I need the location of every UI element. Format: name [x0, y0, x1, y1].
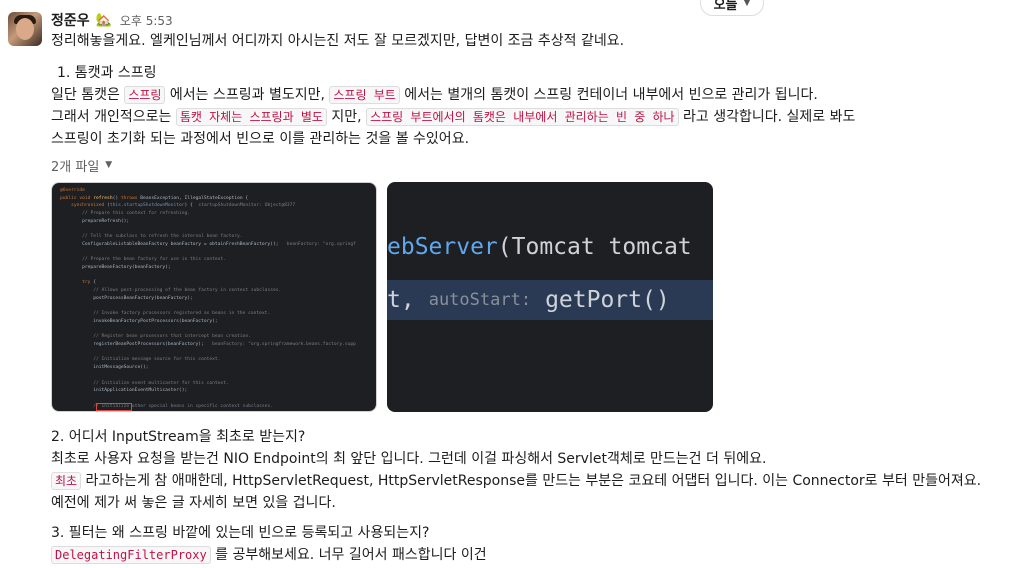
caret-down-icon: ▼	[105, 160, 113, 170]
q1-title: 1. 톰캣과 스프링	[57, 65, 157, 81]
q3-title: 3. 필터는 왜 스프링 바깥에 있는데 빈으로 등록되고 사용되는지?	[51, 525, 430, 541]
q1-line-1: 일단 톰캣은 스프링 에서는 스프링과 별도지만, 스프링 부트 에서는 별개의…	[51, 86, 818, 104]
q2-line-3: 예전에 제가 써 놓은 글 자세히 보면 있을 겁니다.	[51, 495, 336, 511]
inline-code: 스프링 부트에서의 톰캣은 내부에서 관리하는 빈 중 하나	[366, 108, 679, 126]
intro-text: 정리해놓을게요. 엘케인님께서 어디까지 아시는진 저도 잘 모르겠지만, 답변…	[51, 33, 625, 49]
files-count-label: 2개 파일	[51, 159, 100, 175]
inline-code: 톰캣 자체는 스프링과 별도	[175, 108, 327, 126]
q2-section: 2. 어디서 InputStream을 최초로 받는지? 최초로 사용자 요청을…	[51, 426, 1011, 514]
q3-line-1: DelegatingFilterProxy 를 공부해보세요. 너무 길어서 패…	[51, 544, 1011, 566]
inline-code: 최초	[51, 472, 82, 490]
author-name[interactable]: 정준우	[51, 10, 90, 30]
chevron-down-icon: ▼	[743, 0, 751, 8]
files-toggle[interactable]: 2개 파일 ▼	[51, 154, 1011, 176]
q2-line-1: 최초로 사용자 요청을 받는건 NIO Endpoint의 최 앞단 입니다. …	[51, 451, 767, 467]
timestamp[interactable]: 오후 5:53	[120, 12, 173, 29]
status-emoji-icon[interactable]: 🏡	[96, 13, 112, 28]
code-screenshot-content: @Override public void refresh() throws B…	[60, 188, 356, 409]
zoomed-code-line-2: t, autoStart: getPort()	[387, 280, 713, 320]
zoomed-code-line-1: ebServer(Tomcat tomcat	[387, 234, 692, 260]
q2-line-2: 최초 라고하는게 참 애매한데, HttpServletRequest, Htt…	[51, 470, 1011, 492]
q1-line-2: 그래서 개인적으로는 톰캣 자체는 스프링과 별도 지만, 스프링 부트에서의 …	[51, 108, 856, 126]
q2-title: 2. 어디서 InputStream을 최초로 받는지?	[51, 429, 306, 445]
attachments: @Override public void refresh() throws B…	[51, 182, 1011, 412]
zoomed-code-attachment[interactable]: ebServer(Tomcat tomcat t, autoStart: getPo…	[387, 182, 713, 412]
message: 정준우 🏡 오후 5:53 정리해놓을게요. 엘케인님께서 어디까지 아시는진 …	[51, 10, 1011, 566]
avatar[interactable]	[8, 12, 42, 46]
code-screenshot-attachment[interactable]: @Override public void refresh() throws B…	[51, 182, 377, 412]
message-header: 정준우 🏡 오후 5:53	[51, 10, 1011, 30]
highlight-box	[96, 403, 132, 411]
inline-code: DelegatingFilterProxy	[51, 546, 211, 564]
inline-code: 스프링 부트	[329, 86, 400, 104]
inline-code: 스프링	[124, 86, 166, 104]
q1-line-3: 스프링이 초기화 되는 과정에서 빈으로 이를 관리하는 것을 볼 수있어요.	[51, 131, 470, 147]
